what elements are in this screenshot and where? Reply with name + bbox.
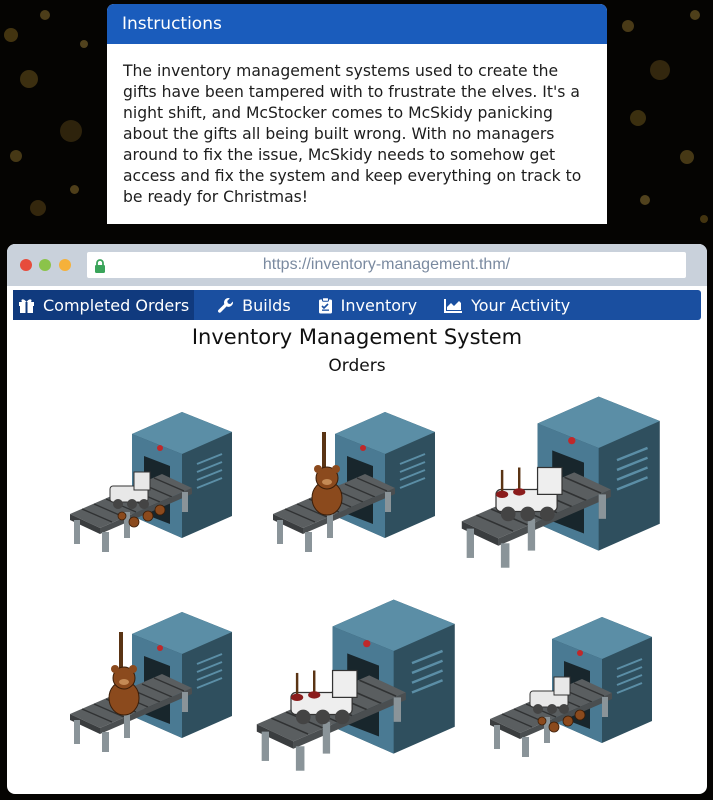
nav-inventory[interactable]: Inventory	[313, 290, 422, 320]
machine-illustration	[490, 617, 652, 757]
nav-inventory-label: Inventory	[340, 295, 418, 315]
machine-illustration	[70, 612, 232, 752]
nav-builds-label: Builds	[242, 295, 291, 315]
address-bar[interactable]: https://inventory-management.thm/	[87, 252, 686, 278]
instructions-card: Instructions The inventory management sy…	[107, 4, 607, 224]
instructions-title: Instructions	[107, 4, 607, 44]
wrench-icon	[218, 297, 234, 313]
machine-illustration	[273, 412, 435, 552]
browser-toolbar: https://inventory-management.thm/	[7, 244, 707, 286]
url-text: https://inventory-management.thm/	[262, 256, 511, 273]
machine-illustration	[70, 412, 232, 552]
order-card[interactable]	[62, 404, 242, 554]
machine-illustration	[461, 396, 660, 568]
order-card[interactable]	[265, 404, 445, 554]
instructions-text: The inventory management systems used to…	[123, 62, 582, 206]
chart-icon	[444, 298, 463, 313]
nav-your-activity[interactable]: Your Activity	[439, 290, 575, 320]
order-card[interactable]	[247, 579, 467, 784]
gift-icon	[19, 298, 34, 313]
close-window-dot[interactable]	[20, 259, 32, 271]
maximize-window-dot[interactable]	[59, 259, 71, 271]
nav-completed-orders-label: Completed Orders	[43, 295, 190, 315]
machine-illustration	[256, 599, 455, 771]
browser-window: https://inventory-management.thm/ Comple…	[7, 244, 707, 794]
minimize-window-dot[interactable]	[39, 259, 51, 271]
order-card[interactable]	[62, 604, 242, 754]
order-card[interactable]	[452, 376, 672, 581]
nav-completed-orders[interactable]: Completed Orders	[13, 290, 195, 320]
page-subtitle: Orders	[328, 356, 386, 376]
nav-builds[interactable]: Builds	[212, 290, 296, 320]
main-nav: Completed Orders Builds Inventory Your A…	[13, 290, 701, 320]
order-card[interactable]	[482, 609, 662, 759]
page-title: Inventory Management System	[191, 325, 523, 349]
clipboard-icon	[318, 296, 332, 313]
nav-your-activity-label: Your Activity	[471, 295, 571, 315]
